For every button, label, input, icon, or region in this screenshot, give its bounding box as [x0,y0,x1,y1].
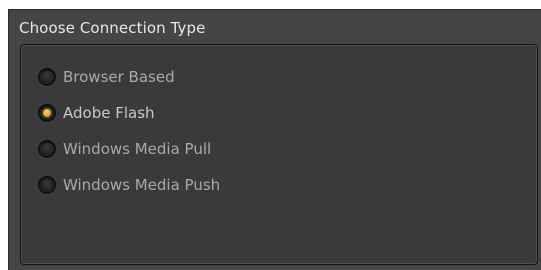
radio-button-icon[interactable] [38,140,56,158]
radio-label: Windows Media Pull [63,140,212,158]
panel-title: Choose Connection Type [19,19,206,37]
radio-label: Adobe Flash [63,104,155,122]
radio-button-icon[interactable] [38,68,56,86]
connection-type-group: Browser Based Adobe Flash Windows Media … [20,44,538,265]
connection-type-panel: Choose Connection Type Browser Based Ado… [8,9,541,270]
radio-option-adobe-flash[interactable]: Adobe Flash [38,101,155,125]
radio-option-windows-media-pull[interactable]: Windows Media Pull [38,137,211,161]
radio-button-icon[interactable] [38,104,56,122]
radio-option-windows-media-push[interactable]: Windows Media Push [38,173,220,197]
radio-label: Browser Based [63,68,175,86]
radio-label: Windows Media Push [63,176,221,194]
radio-button-icon[interactable] [38,176,56,194]
radio-option-browser-based[interactable]: Browser Based [38,65,175,89]
